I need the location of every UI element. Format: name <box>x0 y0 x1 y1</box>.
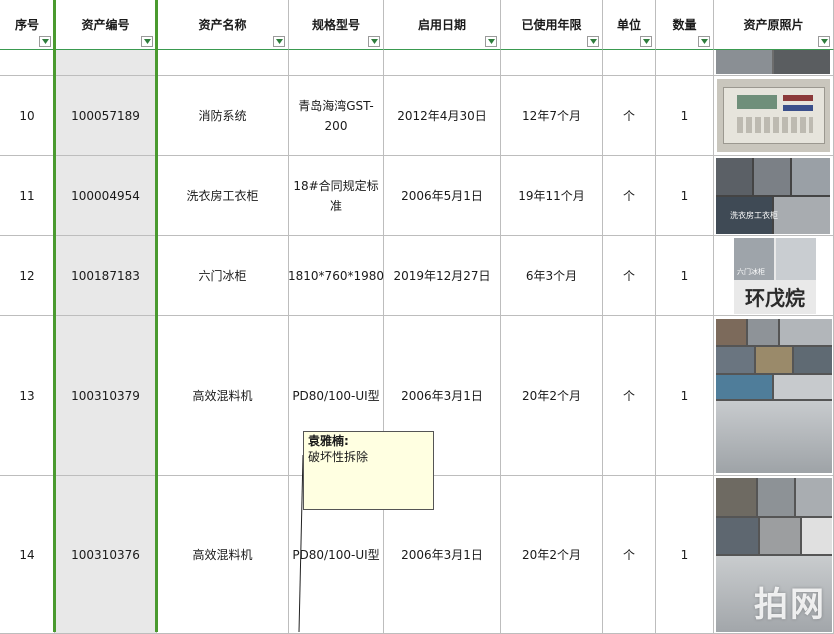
watermark: 拍网 <box>754 585 826 625</box>
cell-comment[interactable]: 袁雅楠: 破坏性拆除 <box>303 431 434 510</box>
comment-author: 袁雅楠: <box>308 434 349 448</box>
comment-leader-line <box>298 454 304 632</box>
comment-text: 破坏性拆除 <box>308 450 369 464</box>
spreadsheet: 序号 资产编号 资产名称 规格型号 启用日期 已使用年限 单位 数量 资产原照片 <box>0 0 834 634</box>
